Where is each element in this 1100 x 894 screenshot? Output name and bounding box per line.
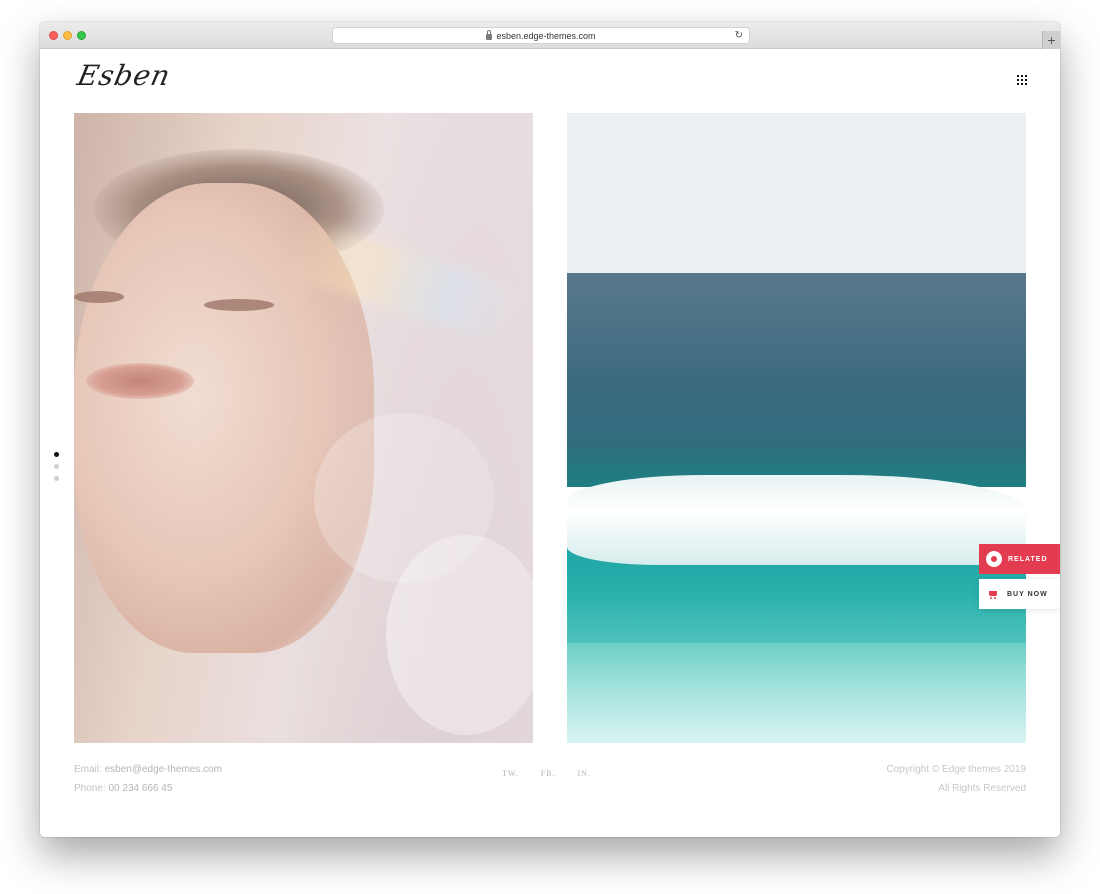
email-label: Email: (74, 764, 102, 775)
slider-pagination (54, 452, 59, 481)
social-link-facebook[interactable]: FB. (541, 769, 556, 778)
buy-now-label: BUY NOW (1007, 590, 1048, 598)
minimize-window-button[interactable] (63, 31, 72, 40)
email-link[interactable]: esben@edge-themes.com (105, 764, 222, 775)
lock-icon (486, 29, 493, 40)
copyright-text: Copyright © Edge themes 2019 (886, 764, 1026, 775)
phone-label: Phone: (74, 783, 106, 794)
page-content: Esben RELATED BUY NOW Email: esben@edge-… (40, 49, 1060, 837)
site-logo[interactable]: Esben (74, 59, 173, 92)
browser-window: esben.edge-themes.com ↻ + Esben RELATED … (40, 22, 1060, 837)
footer-copyright: Copyright © Edge themes 2019 All Rights … (886, 760, 1026, 798)
close-window-button[interactable] (49, 31, 58, 40)
portrait-image[interactable] (74, 113, 533, 743)
address-bar-url: esben.edge-themes.com (496, 30, 596, 41)
related-icon (986, 551, 1002, 567)
social-link-instagram[interactable]: IN. (578, 769, 591, 778)
footer-contact: Email: esben@edge-themes.com Phone: 00 2… (74, 760, 222, 798)
browser-titlebar: esben.edge-themes.com ↻ + (40, 22, 1060, 49)
buy-now-button[interactable]: BUY NOW (979, 579, 1060, 609)
slider-dot-2[interactable] (54, 464, 59, 469)
cart-icon (988, 590, 999, 599)
slider-dot-3[interactable] (54, 476, 59, 481)
related-button[interactable]: RELATED (979, 544, 1060, 574)
zoom-window-button[interactable] (77, 31, 86, 40)
rights-text: All Rights Reserved (938, 783, 1026, 794)
ocean-wave-image[interactable] (567, 113, 1026, 743)
address-bar[interactable]: esben.edge-themes.com ↻ (332, 27, 750, 44)
menu-grid-icon[interactable] (1017, 75, 1027, 85)
footer-social-links: TW. FB. IN. (502, 769, 591, 778)
new-tab-button[interactable]: + (1042, 31, 1060, 49)
slider-dot-1[interactable] (54, 452, 59, 457)
related-label: RELATED (1008, 555, 1048, 563)
phone-link[interactable]: 00 234 666 45 (108, 783, 172, 794)
social-link-twitter[interactable]: TW. (502, 769, 519, 778)
reload-icon[interactable]: ↻ (735, 30, 743, 41)
